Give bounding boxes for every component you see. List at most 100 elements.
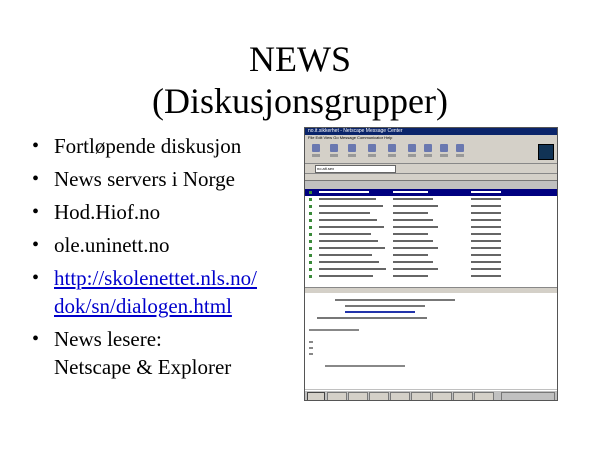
message-status-icon — [309, 198, 312, 201]
row-cell — [471, 212, 501, 214]
toolbar-button-icon — [407, 144, 417, 158]
message-status-icon — [309, 254, 312, 257]
row-cell — [471, 261, 501, 263]
message-status-icon — [309, 247, 312, 250]
row-cell — [319, 275, 373, 277]
message-row — [305, 217, 557, 224]
message-status-icon — [309, 261, 312, 264]
readers-line-2: Netscape & Explorer — [54, 355, 232, 379]
bullet-item: Hod.Hiof.no — [32, 198, 302, 226]
preview-header-line — [317, 317, 427, 319]
toolbar-button-icon — [347, 144, 357, 158]
message-row — [305, 266, 557, 273]
message-status-icon — [309, 233, 312, 236]
row-cell — [471, 226, 501, 228]
taskbar-item — [327, 392, 347, 400]
row-cell — [471, 254, 501, 256]
bullet-list: Fortløpende diskusjon News servers i Nor… — [32, 132, 302, 386]
message-row — [305, 210, 557, 217]
message-row — [305, 238, 557, 245]
start-button — [307, 392, 325, 400]
row-cell — [393, 247, 438, 249]
link-line-1: http://skolenettet.nls.no/ — [54, 266, 257, 290]
folder-select: no.alt.sex — [315, 165, 396, 173]
folder-bar: no.alt.sex — [305, 164, 557, 174]
taskbar-item — [432, 392, 452, 400]
toolbar-button-icon — [329, 144, 339, 158]
row-cell — [471, 233, 501, 235]
row-cell — [471, 247, 501, 249]
message-status-icon — [309, 219, 312, 222]
taskbar-item — [390, 392, 410, 400]
toolbar-button-icon — [387, 144, 397, 158]
row-cell — [319, 254, 372, 256]
message-row — [305, 245, 557, 252]
message-row — [305, 196, 557, 203]
window-titlebar: no.it.sikkerhet - Netscape Message Cente… — [305, 128, 557, 135]
row-cell — [319, 191, 369, 193]
message-row — [305, 273, 557, 280]
dialogen-link[interactable]: http://skolenettet.nls.no/ dok/sn/dialog… — [54, 266, 257, 318]
title-line-2: (Diskusjonsgrupper) — [152, 81, 448, 121]
taskbar-item — [411, 392, 431, 400]
preview-header-line — [335, 299, 455, 301]
readers-line-1: News lesere: — [54, 327, 162, 351]
row-cell — [393, 191, 428, 193]
taskbar-item — [348, 392, 368, 400]
row-cell — [471, 240, 501, 242]
row-cell — [393, 268, 438, 270]
preview-body-line — [309, 353, 313, 355]
system-tray — [501, 392, 555, 400]
message-list — [305, 189, 557, 287]
row-cell — [319, 226, 384, 228]
row-cell — [471, 191, 501, 193]
row-cell — [393, 226, 438, 228]
netscape-screenshot: no.it.sikkerhet - Netscape Message Cente… — [304, 127, 558, 401]
row-cell — [393, 254, 428, 256]
preview-header-line — [345, 305, 425, 307]
row-cell — [319, 219, 377, 221]
row-cell — [393, 205, 438, 207]
preview-body-line — [309, 347, 313, 349]
row-cell — [393, 212, 428, 214]
message-status-icon — [309, 275, 312, 278]
row-cell — [471, 198, 501, 200]
row-cell — [319, 233, 371, 235]
toolbar — [305, 141, 557, 164]
link-line-2: dok/sn/dialogen.html — [54, 294, 232, 318]
preview-body-line — [309, 341, 313, 343]
message-row — [305, 231, 557, 238]
message-status-icon — [309, 240, 312, 243]
title-line-1: NEWS — [249, 39, 351, 79]
row-cell — [319, 268, 386, 270]
message-row — [305, 203, 557, 210]
row-cell — [319, 261, 379, 263]
message-status-icon — [309, 212, 312, 215]
toolbar-button-icon — [455, 144, 465, 158]
message-row — [305, 252, 557, 259]
row-cell — [319, 212, 370, 214]
row-cell — [471, 205, 501, 207]
message-row — [305, 189, 557, 196]
preview-body-line — [325, 365, 405, 367]
slide-title: NEWS (Diskusjonsgrupper) — [0, 38, 600, 122]
toolbar-button-icon — [423, 144, 433, 158]
bullet-item: News servers i Norge — [32, 165, 302, 193]
row-cell — [393, 261, 433, 263]
message-status-icon — [309, 268, 312, 271]
netscape-logo-icon — [538, 144, 554, 160]
row-cell — [471, 268, 501, 270]
bullet-item-readers: News lesere: Netscape & Explorer — [32, 325, 302, 381]
row-cell — [319, 198, 376, 200]
toolbar-button-icon — [367, 144, 377, 158]
row-cell — [393, 198, 433, 200]
row-cell — [319, 247, 385, 249]
bullet-item: ole.uninett.no — [32, 231, 302, 259]
bullet-item: Fortløpende diskusjon — [32, 132, 302, 160]
row-cell — [471, 275, 501, 277]
message-row — [305, 259, 557, 266]
message-status-icon — [309, 191, 312, 194]
message-list-header — [305, 174, 557, 181]
message-row — [305, 224, 557, 231]
row-cell — [319, 205, 383, 207]
